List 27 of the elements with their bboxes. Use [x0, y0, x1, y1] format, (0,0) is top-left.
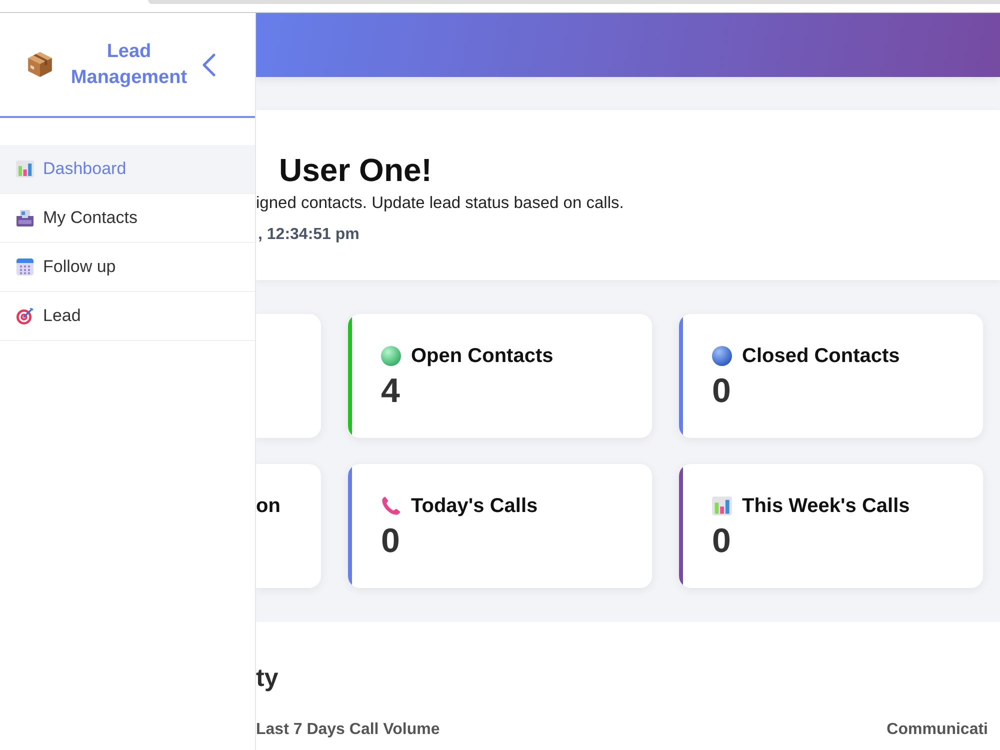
app-title: Lead Management [70, 40, 188, 90]
box-icon [28, 52, 52, 77]
stat-label: Today's Calls [411, 494, 538, 518]
chart-title: Communicati [886, 720, 988, 740]
stat-value: 0 [712, 521, 731, 561]
stat-value: 0 [381, 521, 400, 561]
timestamp: , 12:34:51 pm [258, 225, 360, 245]
target-icon [16, 307, 34, 325]
stat-value: 0 [712, 371, 731, 411]
sphere-icon [712, 346, 732, 366]
sphere-icon [381, 346, 401, 366]
chevron-left-icon [202, 52, 216, 76]
welcome-title: User One! [279, 151, 432, 189]
collapse-button[interactable] [202, 52, 216, 76]
bar-chart-icon [712, 496, 732, 516]
stat-label: on [256, 494, 280, 518]
tray-icon [16, 209, 34, 227]
stat-label: Open Contacts [411, 344, 554, 368]
section-title: ty [256, 663, 278, 693]
stat-label: Closed Contacts [742, 344, 900, 368]
calendar-icon [16, 258, 34, 276]
phone-icon [381, 496, 401, 516]
welcome-subtitle: igned contacts. Update lead status based on calls. [256, 193, 624, 214]
bar-chart-icon [16, 160, 34, 178]
stat-value: 4 [381, 371, 400, 411]
chart-title: Last 7 Days Call Volume [256, 720, 440, 740]
stat-label: This Week's Calls [742, 494, 910, 518]
